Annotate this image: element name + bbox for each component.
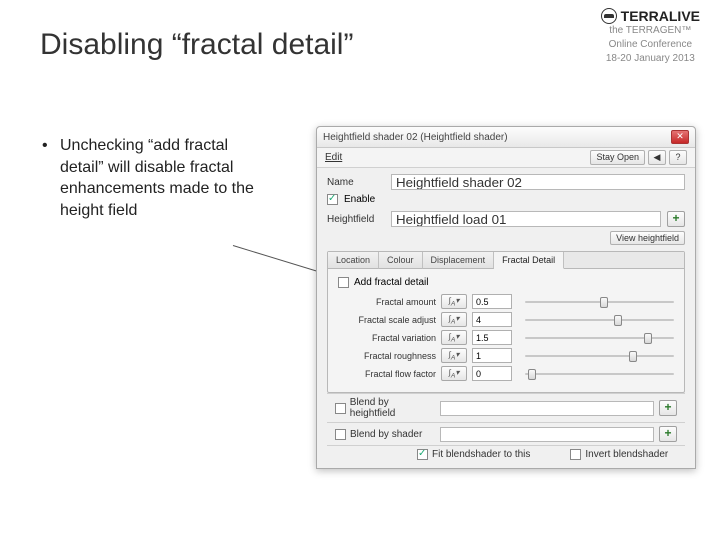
add-fractal-detail-label: Add fractal detail xyxy=(354,277,429,288)
enable-checkbox[interactable] xyxy=(327,194,338,205)
fractal-param-label: Fractal amount xyxy=(338,297,436,307)
slide-title: Disabling “fractal detail” xyxy=(40,28,353,62)
view-heightfield-button[interactable]: View heightfield xyxy=(610,231,685,245)
tab-panel: Location Colour Displacement Fractal Det… xyxy=(327,251,685,393)
close-icon[interactable]: ✕ xyxy=(671,130,689,144)
invert-blendshader-label: Invert blendshader xyxy=(585,449,668,460)
fractal-param-input[interactable] xyxy=(472,366,512,381)
fractal-param-label: Fractal flow factor xyxy=(338,369,436,379)
back-button[interactable]: ◀ xyxy=(648,150,666,165)
fit-blendshader-label: Fit blendshader to this xyxy=(432,449,530,460)
blend-heightfield-input[interactable] xyxy=(440,401,654,416)
brand-line-2: Online Conference xyxy=(601,38,700,52)
window-titlebar[interactable]: Heightfield shader 02 (Heightfield shade… xyxy=(317,127,695,148)
menu-edit[interactable]: Edit xyxy=(325,152,342,163)
brand-line-3: 18-20 January 2013 xyxy=(601,52,700,66)
curve-icon[interactable]: ∫A▾ xyxy=(441,330,467,345)
window-title: Heightfield shader 02 (Heightfield shade… xyxy=(323,132,671,143)
fit-blendshader-checkbox[interactable] xyxy=(417,449,428,460)
heightfield-input[interactable] xyxy=(391,211,661,227)
globe-icon xyxy=(601,8,617,24)
heightfield-label: Heightfield xyxy=(327,214,385,225)
fractal-param-input[interactable] xyxy=(472,312,512,327)
fractal-param-label: Fractal roughness xyxy=(338,351,436,361)
name-input[interactable] xyxy=(391,174,685,190)
invert-blendshader-checkbox[interactable] xyxy=(570,449,581,460)
blend-heightfield-label: Blend by heightfield xyxy=(350,397,435,419)
curve-icon[interactable]: ∫A▾ xyxy=(441,294,467,309)
fractal-param-input[interactable] xyxy=(472,348,512,363)
tab-displacement[interactable]: Displacement xyxy=(423,252,495,269)
tab-location[interactable]: Location xyxy=(328,252,379,269)
window-menubar: Edit Stay Open ◀ ? xyxy=(317,148,695,168)
bullet-text: Unchecking “add fractal detail” will dis… xyxy=(60,135,260,221)
add-blend-shader-button[interactable]: + xyxy=(659,426,677,442)
curve-icon[interactable]: ∫A▾ xyxy=(441,366,467,381)
stay-open-button[interactable]: Stay Open xyxy=(590,150,645,165)
brand-name: TERRALIVE xyxy=(621,8,700,24)
brand-line-1: the TERRAGEN™ xyxy=(601,24,700,38)
add-heightfield-button[interactable]: + xyxy=(667,211,685,227)
fractal-param-slider[interactable] xyxy=(525,313,674,327)
help-button[interactable]: ? xyxy=(669,150,687,165)
tab-fractal-detail[interactable]: Fractal Detail xyxy=(494,252,564,269)
add-blend-heightfield-button[interactable]: + xyxy=(659,400,677,416)
add-fractal-detail-checkbox[interactable] xyxy=(338,277,349,288)
curve-icon[interactable]: ∫A▾ xyxy=(441,348,467,363)
shader-window: Heightfield shader 02 (Heightfield shade… xyxy=(316,126,696,469)
fractal-param-slider[interactable] xyxy=(525,331,674,345)
fractal-param-input[interactable] xyxy=(472,330,512,345)
blend-heightfield-checkbox[interactable] xyxy=(335,403,346,414)
brand-logo: TERRALIVE xyxy=(601,8,700,24)
blend-shader-checkbox[interactable] xyxy=(335,429,346,440)
blend-shader-label: Blend by shader xyxy=(350,429,422,440)
fractal-param-slider[interactable] xyxy=(525,295,674,309)
name-label: Name xyxy=(327,177,385,188)
blend-shader-input[interactable] xyxy=(440,427,654,442)
tab-content: Add fractal detail Fractal amount ∫A▾ Frac… xyxy=(328,269,684,392)
tab-colour[interactable]: Colour xyxy=(379,252,423,269)
fractal-param-input[interactable] xyxy=(472,294,512,309)
fractal-param-label: Fractal scale adjust xyxy=(338,315,436,325)
curve-icon[interactable]: ∫A▾ xyxy=(441,312,467,327)
fractal-param-slider[interactable] xyxy=(525,349,674,363)
brand-block: TERRALIVE the TERRAGEN™ Online Conferenc… xyxy=(601,8,700,66)
fractal-param-label: Fractal variation xyxy=(338,333,436,343)
enable-label: Enable xyxy=(344,194,375,205)
fractal-param-slider[interactable] xyxy=(525,367,674,381)
